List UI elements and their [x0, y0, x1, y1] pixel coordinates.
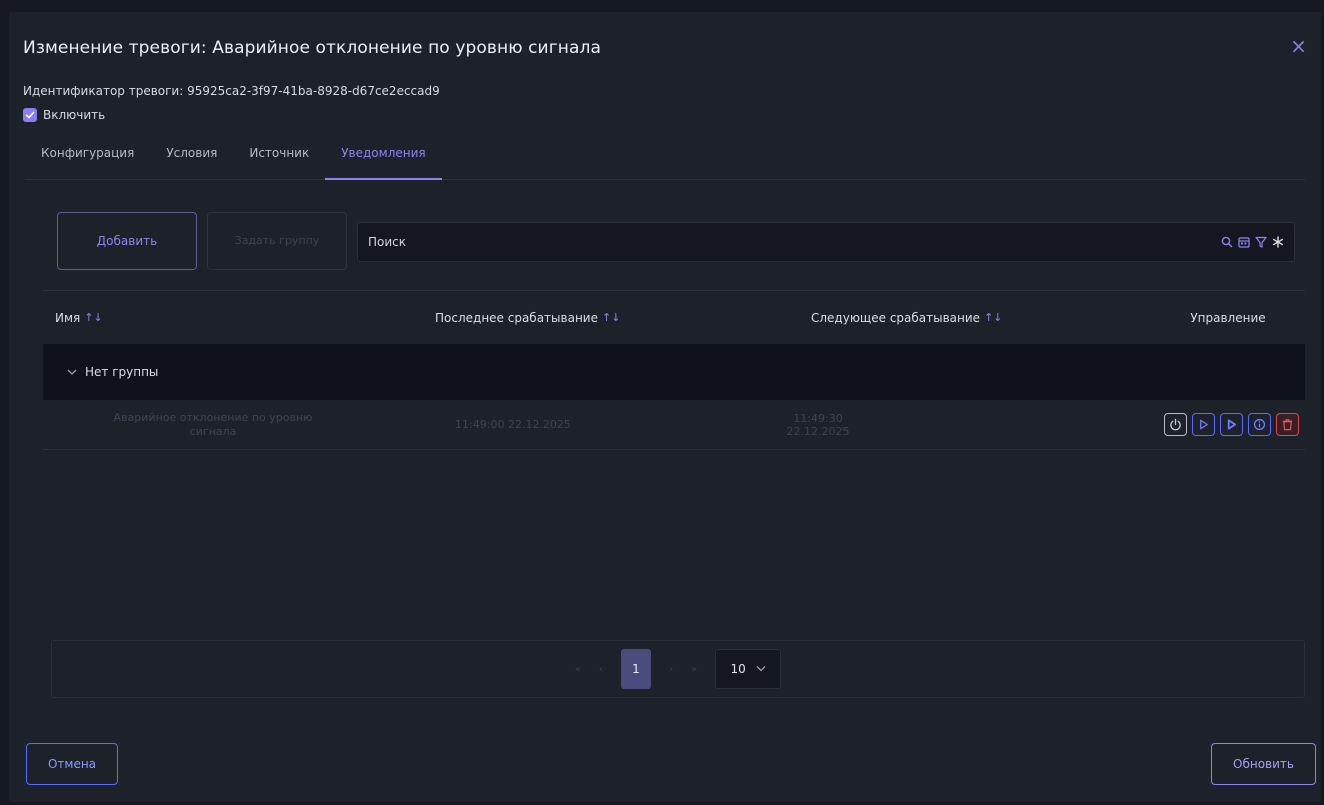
filter-icon[interactable] [1255, 236, 1267, 248]
delete-button[interactable] [1276, 413, 1299, 436]
page-size-value: 10 [730, 662, 746, 676]
sort-icon[interactable]: ↑↓ [984, 311, 1002, 324]
info-icon [1253, 418, 1266, 431]
alarm-identifier: Идентификатор тревоги: 95925ca2-3f97-41b… [23, 84, 440, 98]
tab-source[interactable]: Источник [233, 140, 325, 180]
search-icon[interactable] [1221, 236, 1233, 248]
row-next-triggered: 11:49:30 22.12.2025 [786, 411, 850, 438]
sort-icon[interactable]: ↑↓ [602, 311, 620, 324]
power-button[interactable] [1164, 413, 1187, 436]
add-button[interactable]: Добавить [57, 212, 197, 270]
tab-conditions[interactable]: Условия [150, 140, 233, 180]
column-next-triggered[interactable]: Следующее срабатывание ↑↓ [811, 311, 1151, 325]
tab-bar: Конфигурация Условия Источник Уведомлени… [25, 140, 1305, 180]
trash-icon [1282, 419, 1293, 431]
chevron-down-icon [756, 664, 766, 675]
calendar-icon[interactable] [1238, 236, 1250, 248]
group-row[interactable]: Нет группы [43, 344, 1305, 400]
row-actions [1164, 413, 1299, 436]
tab-notifications[interactable]: Уведомления [325, 140, 442, 180]
row-name: Аварийное отклонение по уровню сигнала [113, 410, 313, 438]
next-page-button[interactable]: › [669, 664, 673, 675]
table-header: Имя ↑↓ Последнее срабатывание ↑↓ Следующ… [43, 290, 1305, 344]
column-controls: Управление [1190, 310, 1266, 325]
last-page-button[interactable]: » [691, 664, 697, 675]
prev-page-button[interactable]: ‹ [599, 664, 603, 675]
current-page-button[interactable]: 1 [621, 649, 651, 689]
sort-icon[interactable]: ↑↓ [84, 311, 102, 324]
asterisk-icon[interactable] [1272, 236, 1284, 248]
chevron-down-icon[interactable] [67, 366, 77, 379]
row-last-triggered: 11:49:00 22.12.2025 [455, 418, 571, 431]
info-button[interactable] [1248, 413, 1271, 436]
update-button[interactable]: Обновить [1211, 743, 1316, 785]
play-icon [1200, 419, 1208, 430]
pagination: « ‹ 1 › » 10 [51, 640, 1305, 698]
table-row[interactable]: Аварийное отклонение по уровню сигнала 1… [43, 400, 1305, 450]
enable-toggle[interactable]: Включить [23, 108, 105, 122]
enable-checkbox[interactable] [23, 108, 37, 122]
first-page-button[interactable]: « [575, 664, 581, 675]
notifications-table: Имя ↑↓ Последнее срабатывание ↑↓ Следующ… [43, 290, 1305, 450]
enable-label: Включить [43, 108, 106, 122]
check-icon [25, 111, 35, 119]
play-outline-icon [1227, 419, 1237, 430]
close-icon[interactable]: × [1290, 36, 1307, 56]
dialog-title: Изменение тревоги: Аварийное отклонение … [23, 38, 601, 58]
page-size-select[interactable]: 10 [715, 649, 782, 689]
set-group-button[interactable]: Задать группу [207, 212, 347, 270]
search-input[interactable]: Поиск [368, 235, 1221, 249]
column-name[interactable]: Имя ↑↓ [43, 311, 435, 325]
group-label: Нет группы [85, 365, 159, 379]
run-button[interactable] [1192, 413, 1215, 436]
edit-alarm-dialog: Изменение тревоги: Аварийное отклонение … [9, 12, 1321, 802]
toolbar: Добавить Задать группу Поиск [57, 212, 1305, 270]
test-button[interactable] [1220, 413, 1243, 436]
power-icon [1170, 418, 1181, 431]
tab-configuration[interactable]: Конфигурация [25, 140, 150, 180]
search-field[interactable]: Поиск [357, 222, 1295, 262]
cancel-button[interactable]: Отмена [26, 743, 118, 785]
notifications-panel: Добавить Задать группу Поиск Имя ↑↓ Посл… [35, 200, 1305, 700]
search-icons [1221, 236, 1284, 248]
column-last-triggered[interactable]: Последнее срабатывание ↑↓ [435, 311, 811, 325]
